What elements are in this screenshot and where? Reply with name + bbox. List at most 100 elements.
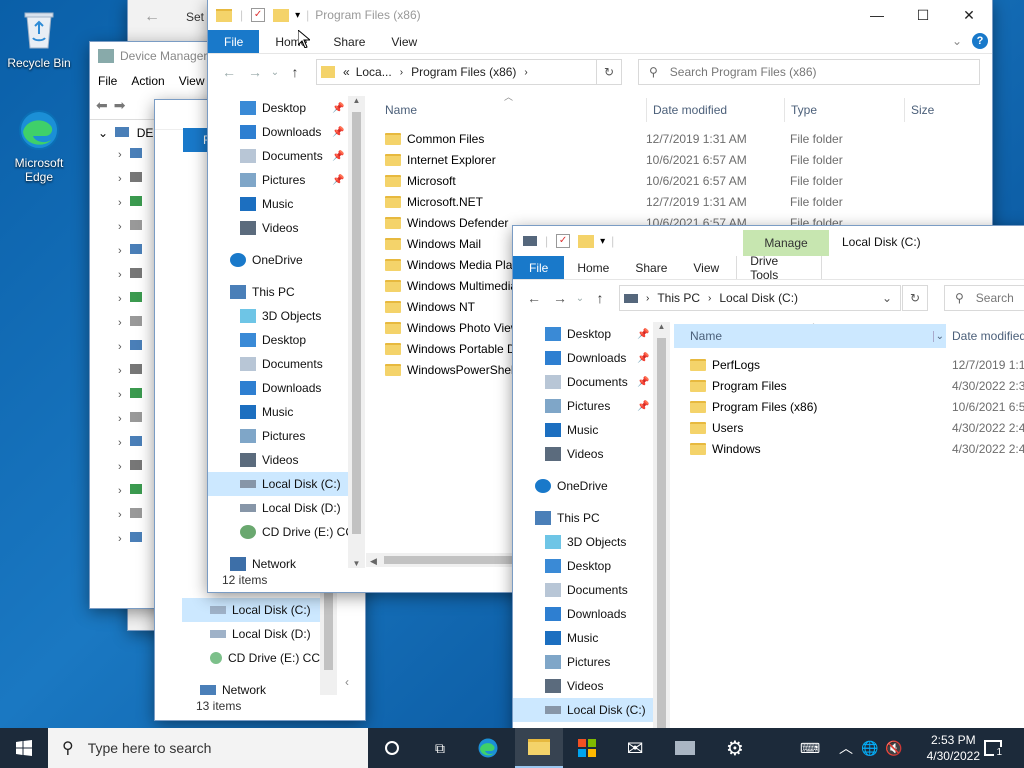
tab-share[interactable]: Share [320, 30, 378, 53]
device-category[interactable]: › [118, 388, 142, 401]
pin-icon[interactable]: 📌 [637, 329, 649, 340]
column-name[interactable]: Name ⌄ [674, 324, 946, 348]
scroll-down-icon[interactable]: ▼ [348, 559, 365, 568]
device-category[interactable]: › [118, 412, 142, 425]
address-bar[interactable]: › This PC › Local Disk (C:) ⌄ [619, 285, 901, 311]
address-overflow[interactable]: « [343, 65, 350, 79]
nav-item[interactable]: 3D Objects [513, 530, 653, 554]
nav-item[interactable]: OneDrive [513, 474, 653, 498]
scroll-left-icon[interactable]: ◀ [370, 556, 377, 566]
file-row[interactable]: PerfLogs 12/7/2019 1:14 [690, 354, 1024, 375]
nav-item[interactable]: Desktop [513, 554, 653, 578]
breadcrumb-part[interactable]: Program Files (x86) [411, 65, 516, 79]
file-row[interactable]: Internet Explorer 10/6/2021 6:57 AM File f… [385, 149, 945, 170]
column-size[interactable]: Size [904, 98, 934, 122]
device-category[interactable]: › [118, 268, 142, 281]
nav-item[interactable]: Videos [208, 216, 348, 240]
up-button[interactable]: ↑ [587, 290, 613, 306]
back-icon[interactable]: ⬅ [96, 97, 108, 114]
file-row[interactable]: Program Files 4/30/2022 2:38 [690, 375, 1024, 396]
properties-icon[interactable]: ✓ [251, 8, 266, 22]
taskbar-search-box[interactable]: ⚲ Type here to search [48, 728, 368, 768]
properties-icon[interactable]: ✓ [556, 234, 571, 248]
device-category[interactable]: › [118, 316, 142, 329]
column-dropdown-icon[interactable]: ⌄ [932, 330, 944, 342]
taskbar-store-button[interactable] [563, 728, 611, 768]
forward-button[interactable]: → [547, 290, 573, 306]
tab-home[interactable]: Home [259, 30, 320, 53]
nav-item[interactable]: Videos [513, 442, 653, 466]
pin-icon[interactable]: 📌 [332, 127, 344, 138]
taskbar-settings-button[interactable]: ⚙ [711, 728, 759, 768]
recent-dropdown-icon[interactable]: ⌄ [573, 293, 587, 304]
tab-file[interactable]: File [513, 256, 565, 279]
nav-item[interactable]: Pictures [208, 424, 348, 448]
scroll-left-icon[interactable]: ‹ [345, 675, 365, 695]
action-center-button[interactable]: 1 [970, 728, 1016, 768]
nav-item[interactable]: Downloads 📌 [513, 346, 653, 370]
new-folder-icon[interactable] [273, 8, 290, 22]
file-row[interactable]: Microsoft.NET 12/7/2019 1:31 AM File folde… [385, 191, 945, 212]
forward-icon[interactable]: ➡ [114, 97, 126, 114]
breadcrumb-part[interactable]: Local Disk (C:) [719, 291, 798, 305]
desktop-icon-edge[interactable]: Microsoft Edge [2, 108, 76, 184]
search-box[interactable]: ⚲ Search [944, 285, 1024, 311]
pin-icon[interactable]: 📌 [332, 151, 344, 162]
menu-action[interactable]: Action [131, 74, 164, 88]
file-row[interactable]: Program Files (x86) 10/6/2021 6:57 [690, 396, 1024, 417]
column-date-modified[interactable]: Date modified [646, 98, 727, 122]
qat-dropdown-icon[interactable]: ▾ [295, 10, 300, 21]
device-category[interactable]: › [118, 484, 142, 497]
qat-dropdown-icon[interactable]: ▾ [600, 236, 605, 247]
breadcrumb-part[interactable]: Loca... [356, 65, 392, 79]
device-category[interactable]: › [118, 340, 142, 353]
device-category[interactable]: › [118, 172, 142, 185]
address-dropdown-icon[interactable]: ⌄ [882, 291, 892, 305]
nav-item[interactable]: Local Disk (D:) [208, 496, 348, 520]
back-icon[interactable]: ← [144, 8, 160, 26]
nav-item[interactable]: Videos [513, 674, 653, 698]
pin-icon[interactable]: 📌 [332, 175, 344, 186]
nav-item[interactable]: This PC [513, 506, 653, 530]
cortana-button[interactable] [368, 728, 416, 768]
nav-cd-drive[interactable]: CD Drive (E:) CC [182, 646, 320, 670]
device-tree-root[interactable]: ⌄ DES [98, 126, 161, 140]
up-button[interactable]: ↑ [282, 64, 308, 80]
pin-icon[interactable]: 📌 [637, 377, 649, 388]
nav-item[interactable]: Music [513, 418, 653, 442]
taskbar-mail-button[interactable]: ✉ [611, 728, 659, 768]
close-button[interactable]: ✕ [946, 0, 992, 30]
file-row[interactable]: Users 4/30/2022 2:48 [690, 417, 1024, 438]
pin-icon[interactable]: 📌 [637, 353, 649, 364]
minimize-button[interactable]: — [854, 0, 900, 30]
taskbar-edge-button[interactable] [464, 728, 512, 768]
nav-scrollbar[interactable]: ▲ ▼ [348, 96, 365, 568]
nav-item[interactable]: Pictures [513, 650, 653, 674]
device-category[interactable]: › [118, 460, 142, 473]
device-category[interactable]: › [118, 244, 142, 257]
nav-item[interactable]: Music [208, 192, 348, 216]
nav-item[interactable]: CD Drive (E:) CC [208, 520, 354, 544]
nav-item[interactable]: 3D Objects [208, 304, 348, 328]
nav-item[interactable]: Documents [208, 352, 348, 376]
tab-share[interactable]: Share [622, 256, 680, 279]
file-row[interactable]: Common Files 12/7/2019 1:31 AM File folder [385, 128, 945, 149]
device-category[interactable]: › [118, 292, 142, 305]
address-bar[interactable]: « Loca... › Program Files (x86) › ⌄ [316, 59, 622, 85]
forward-button[interactable]: → [242, 64, 268, 80]
menu-file[interactable]: File [98, 74, 117, 88]
scroll-up-icon[interactable]: ▲ [653, 322, 670, 336]
nav-local-disk-d[interactable]: Local Disk (D:) [182, 622, 311, 646]
desktop-icon-recycle-bin[interactable]: Recycle Bin [2, 8, 76, 70]
explorer-window-local-disk[interactable]: | ✓ ▾ | Manage Local Disk (C:) File Home… [513, 226, 1024, 736]
nav-item[interactable]: Downloads [208, 376, 348, 400]
device-category[interactable]: › [118, 148, 142, 161]
file-row[interactable]: Windows 4/30/2022 2:42 [690, 438, 1024, 459]
volume-tray-button[interactable]: 🔇 [882, 728, 906, 768]
recent-dropdown-icon[interactable]: ⌄ [268, 67, 282, 78]
show-hidden-icons-button[interactable]: ︿ [834, 728, 858, 768]
nav-item[interactable]: OneDrive [208, 248, 348, 272]
scroll-up-icon[interactable]: ▲ [348, 96, 365, 110]
back-button[interactable]: ← [521, 290, 547, 306]
tab-file[interactable]: File [208, 30, 260, 53]
